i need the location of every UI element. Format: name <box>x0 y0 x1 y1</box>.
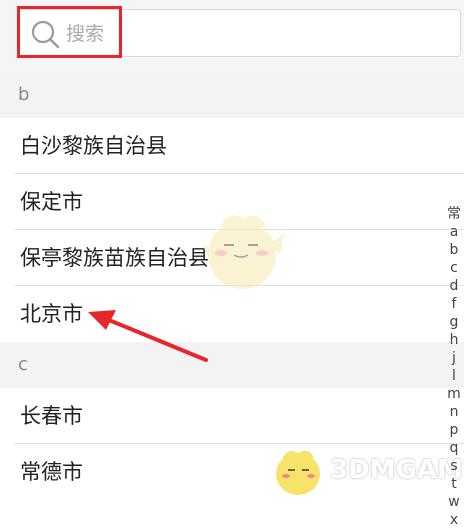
index-letter[interactable]: t <box>444 475 464 493</box>
city-label: 保定市 <box>20 190 83 214</box>
index-letter[interactable]: x <box>444 511 464 529</box>
city-label: 常德市 <box>20 460 83 484</box>
city-label: 白沙黎族自治县 <box>20 134 167 158</box>
index-letter[interactable]: n <box>444 403 464 421</box>
city-label: 北京市 <box>20 302 83 326</box>
index-letter[interactable]: h <box>444 331 464 349</box>
index-letter[interactable]: l <box>444 367 464 385</box>
index-letter[interactable]: a <box>444 223 464 241</box>
search-area: 搜索 <box>0 0 464 72</box>
city-label: 保亭黎族苗族自治县 <box>20 246 209 270</box>
index-letter[interactable]: g <box>444 313 464 331</box>
red-arrow-annotation <box>88 310 208 362</box>
index-letter[interactable]: m <box>444 385 464 403</box>
list-item[interactable]: 白沙黎族自治县 <box>0 118 464 174</box>
alphabet-index-bar[interactable]: 常abcdfghjlmnpqstwx <box>444 205 464 528</box>
index-letter[interactable]: q <box>444 439 464 457</box>
index-letter[interactable]: d <box>444 277 464 295</box>
index-letter[interactable]: 常 <box>444 205 464 223</box>
index-letter[interactable]: j <box>444 349 464 367</box>
mascot-watermark <box>202 215 284 289</box>
list-item[interactable]: 长春市 <box>0 388 464 444</box>
section-header-c: c <box>0 342 464 388</box>
section-header-b: b <box>0 72 464 118</box>
index-letter[interactable]: p <box>444 421 464 439</box>
city-label: 长春市 <box>20 404 83 428</box>
index-letter[interactable]: s <box>444 457 464 475</box>
index-letter[interactable]: w <box>444 493 464 511</box>
index-letter[interactable]: c <box>444 259 464 277</box>
index-letter[interactable]: f <box>444 295 464 313</box>
search-highlight-box <box>17 6 122 58</box>
list-item[interactable]: 北京市 <box>0 286 464 342</box>
watermark-logo-mascot <box>276 450 320 495</box>
index-letter[interactable]: b <box>444 241 464 259</box>
